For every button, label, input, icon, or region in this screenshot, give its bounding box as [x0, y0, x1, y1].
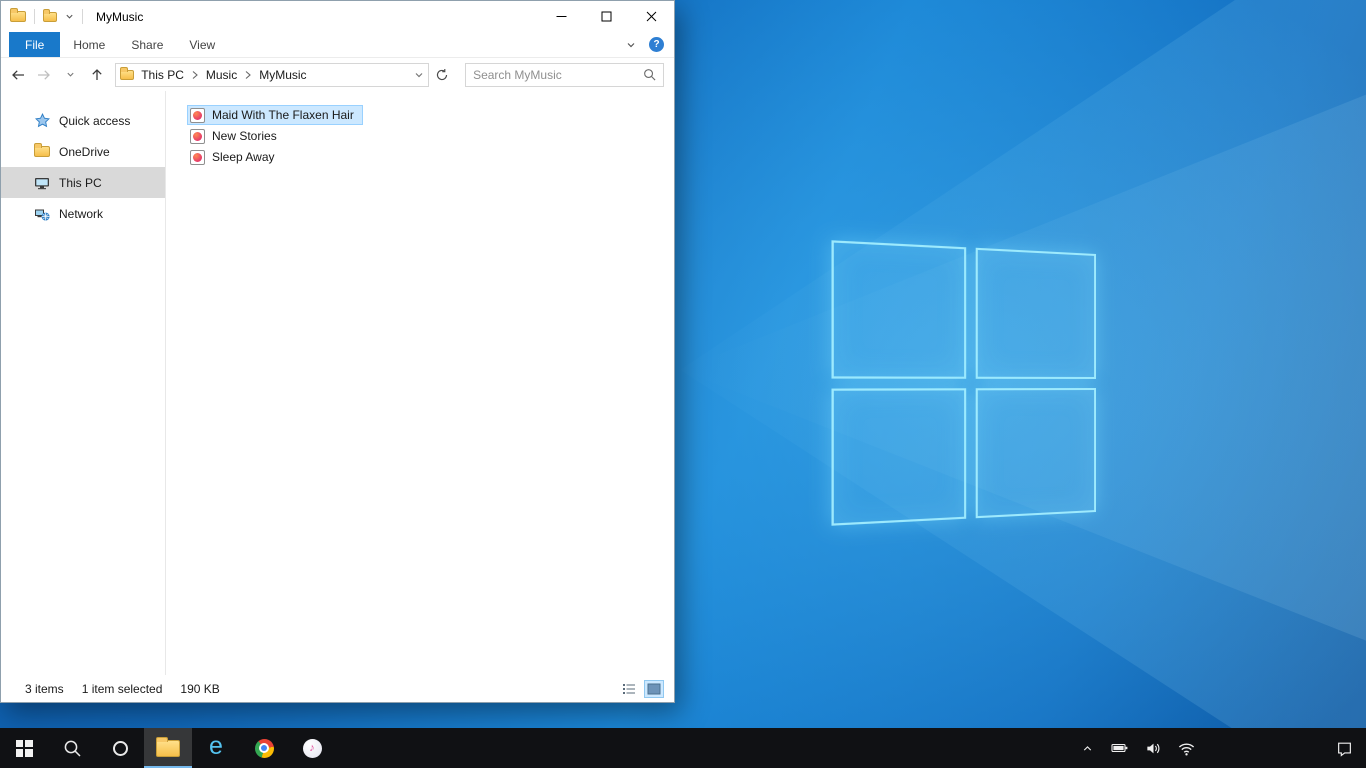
tab-home[interactable]: Home	[60, 32, 118, 57]
taskbar-chrome-button[interactable]	[240, 728, 288, 768]
status-selection: 1 item selected	[81, 681, 163, 696]
sidebar-item-label: Network	[59, 206, 104, 221]
up-button[interactable]	[84, 62, 109, 88]
search-input[interactable]	[473, 67, 643, 82]
file-item[interactable]: Sleep Away	[187, 147, 284, 167]
maximize-button[interactable]	[584, 1, 629, 32]
screen: MyMusic File Home Share View ? This PC M…	[0, 0, 1366, 768]
sidebar-item-quick-access[interactable]: Quick access	[1, 105, 165, 136]
sidebar-item-this-pc[interactable]: This PC	[1, 167, 165, 198]
cortana-icon	[112, 740, 128, 756]
system-tray	[1077, 728, 1366, 768]
breadcrumb-this-pc[interactable]: This PC	[136, 66, 189, 84]
windows-logo-pane	[831, 240, 966, 379]
tab-share[interactable]: Share	[118, 32, 176, 57]
music-file-icon	[190, 128, 205, 144]
windows-logo-pane	[831, 387, 966, 526]
file-name: Maid With The Flaxen Hair	[212, 108, 354, 122]
file-name: Sleep Away	[212, 150, 275, 164]
battery-icon[interactable]	[1110, 728, 1130, 768]
sidebar-item-label: OneDrive	[59, 144, 110, 159]
onedrive-icon	[34, 143, 50, 160]
address-dropdown-caret-icon[interactable]	[414, 70, 424, 80]
file-list: Maid With The Flaxen Hair New Stories Sl…	[166, 91, 674, 675]
itunes-icon: ♪	[302, 738, 322, 758]
forward-button[interactable]	[31, 62, 56, 88]
sidebar-item-onedrive[interactable]: OneDrive	[1, 136, 165, 167]
minimize-button[interactable]	[539, 1, 584, 32]
divider	[82, 9, 83, 24]
close-button[interactable]	[629, 1, 674, 32]
network-icon	[34, 206, 50, 222]
ribbon-right-controls: ?	[626, 32, 664, 57]
quick-access-toolbar-icon[interactable]	[43, 8, 57, 22]
recent-locations-caret-icon[interactable]	[58, 62, 83, 88]
address-bar[interactable]: This PC Music MyMusic	[115, 62, 429, 87]
taskbar-file-explorer-button[interactable]	[144, 728, 192, 768]
address-bar-row: This PC Music MyMusic	[1, 58, 674, 91]
title-bar[interactable]: MyMusic	[1, 1, 674, 32]
sidebar-item-label: This PC	[59, 175, 102, 190]
sidebar-item-network[interactable]: Network	[1, 198, 165, 229]
quick-access-toolbar-caret-icon[interactable]	[65, 12, 74, 21]
back-button[interactable]	[5, 62, 30, 88]
status-bar: 3 items 1 item selected 190 KB	[1, 675, 674, 702]
file-explorer-icon	[156, 736, 180, 757]
breadcrumb-chevron-icon[interactable]	[191, 70, 199, 80]
search-box[interactable]	[465, 62, 664, 87]
breadcrumb-chevron-icon[interactable]	[244, 70, 252, 80]
windows-logo-pane	[975, 387, 1096, 519]
network-wifi-icon[interactable]	[1176, 728, 1196, 768]
navigation-pane: Quick access OneDrive This PC Network	[1, 91, 166, 675]
taskbar-internet-explorer-button[interactable]: e	[192, 728, 240, 768]
status-item-count: 3 items	[25, 681, 64, 696]
status-size: 190 KB	[180, 681, 220, 696]
cortana-button[interactable]	[96, 728, 144, 768]
expand-ribbon-chevron-icon[interactable]	[626, 40, 636, 50]
taskbar: e ♪	[0, 728, 1366, 768]
search-icon	[63, 739, 82, 758]
file-item[interactable]: New Stories	[187, 126, 286, 146]
music-file-icon	[190, 149, 205, 165]
file-name: New Stories	[212, 129, 277, 143]
music-file-icon	[190, 107, 205, 123]
address-folder-icon	[120, 66, 135, 80]
title-bar-left: MyMusic	[1, 8, 144, 24]
divider	[34, 9, 35, 24]
details-view-button[interactable]	[619, 680, 639, 698]
start-button[interactable]	[0, 728, 48, 768]
file-explorer-window: MyMusic File Home Share View ? This PC M…	[0, 0, 675, 703]
help-icon[interactable]: ?	[649, 37, 664, 52]
chrome-icon	[254, 738, 274, 758]
view-toggles	[619, 679, 664, 698]
window-controls	[539, 1, 674, 32]
internet-explorer-icon: e	[209, 731, 223, 760]
windows-start-icon	[15, 739, 33, 757]
this-pc-icon	[34, 175, 50, 191]
explorer-main: Quick access OneDrive This PC Network Ma…	[1, 91, 674, 675]
sidebar-item-label: Quick access	[59, 113, 131, 128]
tab-view[interactable]: View	[176, 32, 228, 57]
window-folder-icon	[10, 8, 26, 22]
file-item[interactable]: Maid With The Flaxen Hair	[187, 105, 363, 125]
windows-logo-wallpaper	[831, 240, 1096, 526]
windows-logo-pane	[975, 247, 1096, 379]
window-title: MyMusic	[96, 9, 144, 24]
breadcrumb-music[interactable]: Music	[201, 66, 242, 84]
action-center-button[interactable]	[1322, 728, 1366, 768]
refresh-button[interactable]	[430, 62, 455, 88]
large-icons-view-button[interactable]	[644, 679, 664, 698]
taskbar-search-button[interactable]	[48, 728, 96, 768]
breadcrumb-mymusic[interactable]: MyMusic	[254, 66, 311, 84]
search-icon[interactable]	[643, 68, 656, 81]
quick-access-star-icon	[34, 113, 50, 129]
tab-file[interactable]: File	[9, 32, 61, 57]
volume-icon[interactable]	[1143, 728, 1163, 768]
taskbar-itunes-button[interactable]: ♪	[288, 728, 336, 768]
show-hidden-icons-button[interactable]	[1077, 728, 1097, 768]
ribbon-tab-row: File Home Share View ?	[1, 32, 674, 58]
